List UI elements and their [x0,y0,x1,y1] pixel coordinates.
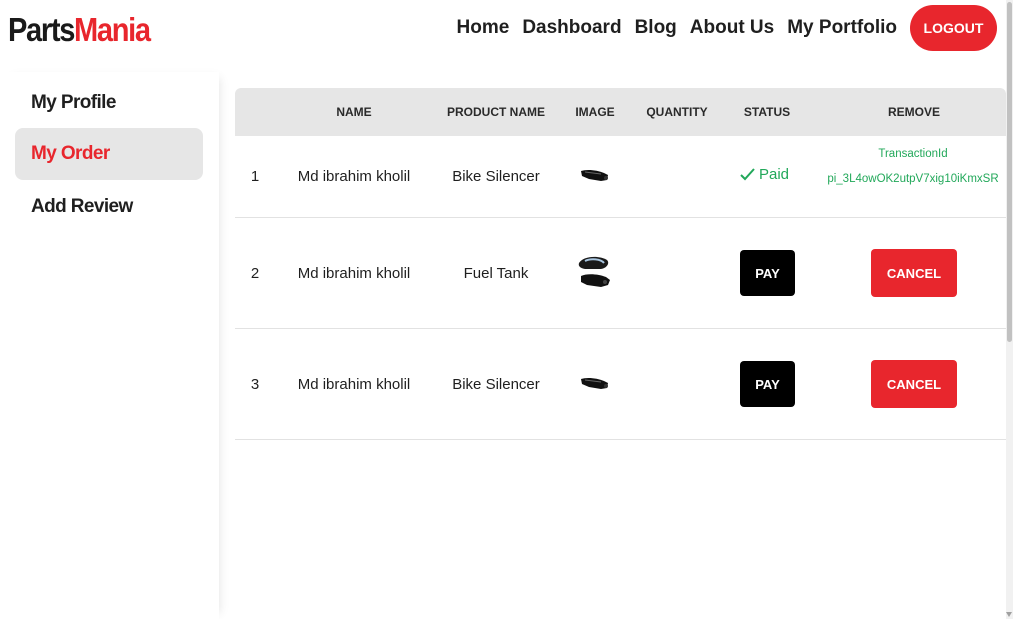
transaction-id-label: TransactionId [878,148,948,160]
logo-text-mania: Mania [74,11,151,48]
table-row: 2 Md ibrahim kholil Fuel Tank PAY CANCEL [235,218,1006,329]
bike-silencer-image [581,169,608,181]
site-logo[interactable]: PartsMania [8,8,151,52]
nav-dashboard-link[interactable]: Dashboard [522,16,621,40]
product-name: Bike Silencer [452,376,540,393]
status-paid-badge: Paid [740,166,789,183]
dashboard-sidebar: My Profile My Order Add Review [0,72,219,619]
cancel-order-button[interactable]: CANCEL [871,249,957,297]
row-index: 2 [250,265,260,282]
scroll-down-arrow-icon[interactable] [1006,612,1012,617]
sidebar-item-my-profile[interactable]: My Profile [15,77,203,129]
checkmark-icon [740,168,755,181]
table-header: NAME PRODUCT NAME IMAGE QUANTITY STATUS … [235,88,1006,136]
main-nav: Home Dashboard Blog About Us My Portfoli… [457,16,897,40]
column-header-product-name: PRODUCT NAME [447,105,545,119]
top-navbar: PartsMania Home Dashboard Blog About Us … [0,0,1013,62]
cancel-order-button[interactable]: CANCEL [871,360,957,408]
sidebar-item-my-order[interactable]: My Order [15,128,203,180]
logo-text-parts: Parts [8,11,75,48]
table-row: 1 Md ibrahim kholil Bike Silencer Paid T… [235,136,1006,218]
bike-silencer-image [581,377,608,389]
row-index: 1 [250,168,260,185]
product-name: Fuel Tank [463,265,529,282]
fuel-tank-image [578,256,610,287]
table-row: 3 Md ibrahim kholil Bike Silencer PAY CA… [235,329,1006,440]
column-header-quantity: QUANTITY [646,105,708,119]
customer-name: Md ibrahim kholil [297,376,411,393]
scrollbar-thumb[interactable] [1007,2,1012,342]
customer-name: Md ibrahim kholil [297,265,411,282]
product-name: Bike Silencer [452,168,540,185]
pay-button[interactable]: PAY [740,361,795,407]
column-header-image: IMAGE [575,105,615,119]
customer-name: Md ibrahim kholil [297,168,411,185]
status-text: Paid [759,166,790,183]
column-header-remove: REMOVE [887,105,940,119]
pay-button[interactable]: PAY [740,250,795,296]
sidebar-item-add-review[interactable]: Add Review [15,181,203,233]
transaction-id-value: pi_3L4owOK2utpV7xig10iKmxSR [827,173,999,185]
logout-button[interactable]: LOGOUT [910,5,997,51]
column-header-status: STATUS [743,105,791,119]
nav-portfolio-link[interactable]: My Portfolio [787,16,897,40]
nav-home-link[interactable]: Home [457,16,510,40]
column-header-name: NAME [336,105,372,119]
page-scrollbar[interactable] [1006,0,1013,619]
row-index: 3 [250,376,260,393]
nav-blog-link[interactable]: Blog [635,16,677,40]
nav-about-link[interactable]: About Us [690,16,774,40]
